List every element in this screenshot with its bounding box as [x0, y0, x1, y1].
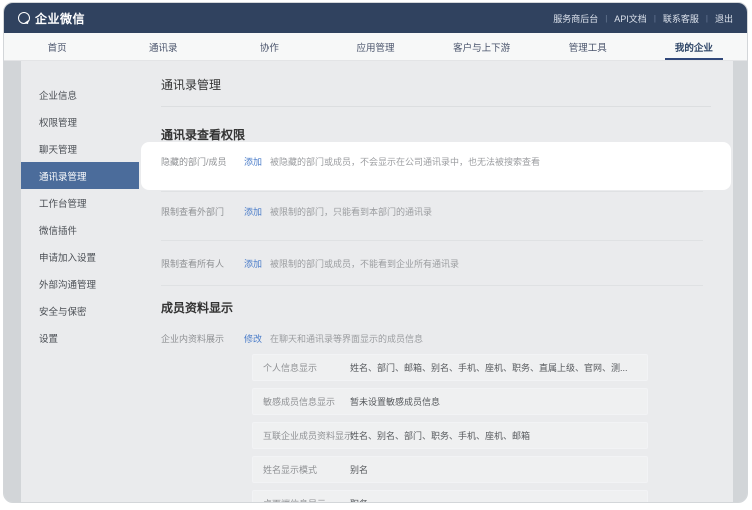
hidden-department-row: 隐藏的部门/成员 添加 被隐藏的部门或成员，不会显示在公司通讯录中，也无法被搜索… — [161, 155, 731, 168]
restrict-everyone-row: 限制查看所有人 添加 被限制的部门或成员，不能看到企业所有通讯录 — [161, 257, 713, 270]
table-row-label: 桌面端信息显示 — [263, 497, 350, 503]
table-row-value: 别名 — [350, 463, 368, 476]
add-link[interactable]: 添加 — [244, 257, 262, 270]
sidebar-item-permission-management[interactable]: 权限管理 — [21, 108, 139, 135]
settings-page: 企业信息 权限管理 聊天管理 通讯录管理 工作台管理 微信插件 申请加入设置 外… — [21, 61, 733, 503]
row-divider — [161, 240, 703, 241]
link-separator: | — [605, 14, 607, 23]
section-heading-view-permissions: 通讯录查看权限 — [161, 126, 245, 143]
hidden-department-highlight-band: 隐藏的部门/成员 添加 被隐藏的部门或成员，不会显示在公司通讯录中，也无法被搜索… — [141, 142, 731, 190]
contact-support-link[interactable]: 联系客服 — [663, 12, 699, 25]
row-label: 企业内资料展示 — [161, 332, 244, 345]
add-link[interactable]: 添加 — [244, 205, 262, 218]
table-row-label: 敏感成员信息显示 — [263, 395, 350, 408]
row-description: 被隐藏的部门或成员，不会显示在公司通讯录中，也无法被搜索查看 — [270, 155, 540, 168]
table-row-name-display-mode: 姓名显示模式 别名 — [252, 456, 648, 483]
table-row-value: 姓名、部门、邮箱、别名、手机、座机、职务、直属上级、官网、测... — [350, 361, 628, 374]
internal-profile-row: 企业内资料展示 修改 在聊天和通讯录等界面显示的成员信息 — [161, 332, 713, 345]
tab-management-tools[interactable]: 管理工具 — [535, 33, 641, 60]
tab-app-management[interactable]: 应用管理 — [322, 33, 428, 60]
tab-contacts[interactable]: 通讯录 — [110, 33, 216, 60]
row-divider — [161, 191, 703, 192]
sidebar-item-external-communication[interactable]: 外部沟通管理 — [21, 270, 139, 297]
row-label: 限制查看所有人 — [161, 257, 244, 270]
row-description: 被限制的部门或成员，不能看到企业所有通讯录 — [270, 257, 459, 270]
link-separator: | — [654, 14, 656, 23]
link-separator: | — [706, 14, 708, 23]
table-row-label: 个人信息显示 — [263, 361, 350, 374]
tab-collaboration[interactable]: 协作 — [216, 33, 322, 60]
api-docs-link[interactable]: API文档 — [614, 12, 647, 25]
table-row-linked-enterprise: 互联企业成员资料显示 姓名、别名、部门、职务、手机、座机、邮箱 — [252, 422, 648, 449]
settings-sidebar: 企业信息 权限管理 聊天管理 通讯录管理 工作台管理 微信插件 申请加入设置 外… — [21, 61, 139, 503]
wechat-work-logo: 企业微信 — [18, 10, 85, 27]
tab-home[interactable]: 首页 — [4, 33, 110, 60]
section-divider — [161, 285, 703, 286]
table-row-value: 暂未设置敏感成员信息 — [350, 395, 440, 408]
service-provider-console-link[interactable]: 服务商后台 — [553, 12, 598, 25]
page-title: 通讯录管理 — [161, 76, 221, 93]
row-label: 限制查看外部门 — [161, 205, 244, 218]
row-description: 被限制的部门，只能看到本部门的通讯录 — [270, 205, 432, 218]
page-left-gutter — [4, 61, 21, 503]
sidebar-item-chat-management[interactable]: 聊天管理 — [21, 135, 139, 162]
tab-my-enterprise[interactable]: 我的企业 — [641, 33, 747, 60]
table-row-label: 姓名显示模式 — [263, 463, 350, 476]
table-row-personal-info: 个人信息显示 姓名、部门、邮箱、别名、手机、座机、职务、直属上级、官网、测... — [252, 354, 648, 381]
chat-bubble-icon — [18, 12, 30, 24]
app-window: 企业微信 服务商后台 | API文档 | 联系客服 | 退出 首页 通讯录 协作… — [3, 2, 748, 503]
navbar-links: 服务商后台 | API文档 | 联系客服 | 退出 — [553, 12, 733, 25]
tab-customers-upstream-downstream[interactable]: 客户与上下游 — [429, 33, 535, 60]
active-tab-underline — [665, 58, 723, 61]
contacts-management-panel: 通讯录管理 通讯录查看权限 隐藏的部门/成员 添加 被隐藏的部门或成员，不会显示… — [139, 61, 733, 503]
sidebar-item-settings[interactable]: 设置 — [21, 324, 139, 351]
table-row-value: 职务 — [350, 497, 368, 503]
add-link[interactable]: 添加 — [244, 155, 262, 168]
sidebar-item-security-privacy[interactable]: 安全与保密 — [21, 297, 139, 324]
section-heading-member-profile: 成员资料显示 — [161, 299, 233, 316]
sidebar-item-contacts-management[interactable]: 通讯录管理 — [21, 162, 139, 189]
primary-tab-bar: 首页 通讯录 协作 应用管理 客户与上下游 管理工具 我的企业 — [4, 33, 747, 61]
row-description: 在聊天和通讯录等界面显示的成员信息 — [270, 332, 423, 345]
table-row-value: 姓名、别名、部门、职务、手机、座机、邮箱 — [350, 429, 530, 442]
top-navbar: 企业微信 服务商后台 | API文档 | 联系客服 | 退出 — [4, 3, 747, 33]
logout-link[interactable]: 退出 — [715, 12, 733, 25]
logo-text: 企业微信 — [35, 10, 85, 27]
modify-link[interactable]: 修改 — [244, 332, 262, 345]
sidebar-item-workbench-management[interactable]: 工作台管理 — [21, 189, 139, 216]
restrict-external-department-row: 限制查看外部门 添加 被限制的部门，只能看到本部门的通讯录 — [161, 205, 713, 218]
table-row-label: 互联企业成员资料显示 — [263, 429, 350, 442]
title-divider — [161, 106, 711, 107]
sidebar-item-wechat-plugin[interactable]: 微信插件 — [21, 216, 139, 243]
profile-display-table: 个人信息显示 姓名、部门、邮箱、别名、手机、座机、职务、直属上级、官网、测...… — [252, 354, 648, 503]
scrollbar-track[interactable] — [733, 61, 747, 503]
sidebar-item-join-request-settings[interactable]: 申请加入设置 — [21, 243, 139, 270]
row-label: 隐藏的部门/成员 — [161, 155, 244, 168]
sidebar-item-enterprise-info[interactable]: 企业信息 — [21, 81, 139, 108]
table-row-sensitive-info: 敏感成员信息显示 暂未设置敏感成员信息 — [252, 388, 648, 415]
table-row-desktop-info: 桌面端信息显示 职务 — [252, 490, 648, 503]
